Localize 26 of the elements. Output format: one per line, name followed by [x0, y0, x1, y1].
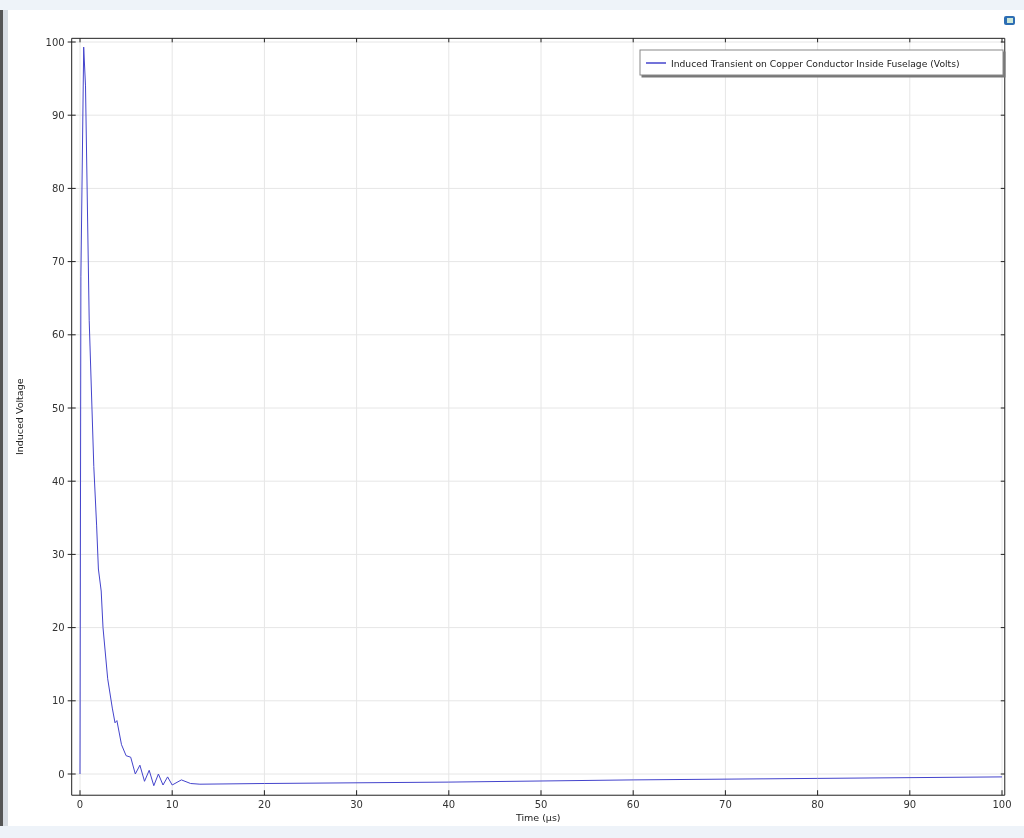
y-axis-label: Induced Voltage: [14, 378, 25, 456]
tick-label: 40: [442, 799, 456, 811]
tick-label: 100: [992, 799, 1012, 811]
tick-label: 60: [51, 329, 65, 341]
tick-label: 0: [58, 768, 65, 780]
tick-label: 30: [350, 799, 363, 811]
image-icon[interactable]: [1004, 16, 1015, 25]
tick-label: 0: [76, 799, 84, 811]
tick-label: 80: [811, 799, 824, 811]
x-axis-label: Time (µs): [515, 812, 561, 823]
tick-label: 90: [903, 799, 917, 811]
tick-label: 60: [626, 799, 640, 811]
tick-label: 10: [165, 799, 179, 811]
tick-label: 90: [51, 109, 65, 121]
tick-label: 30: [51, 548, 65, 560]
tick-label: 70: [719, 799, 732, 811]
tick-label: 70: [51, 256, 65, 268]
tick-label: 50: [534, 799, 548, 811]
tick-label: 100: [45, 36, 65, 48]
tick-label: 40: [51, 475, 65, 487]
tick-label: 20: [51, 622, 65, 634]
tick-label: 10: [51, 695, 65, 707]
legend-label: Induced Transient on Copper Conductor Inside Fuselage (Volts): [671, 57, 960, 69]
tick-label: 20: [258, 799, 271, 811]
tick-label: 50: [51, 402, 65, 414]
tick-label: 80: [51, 182, 65, 194]
